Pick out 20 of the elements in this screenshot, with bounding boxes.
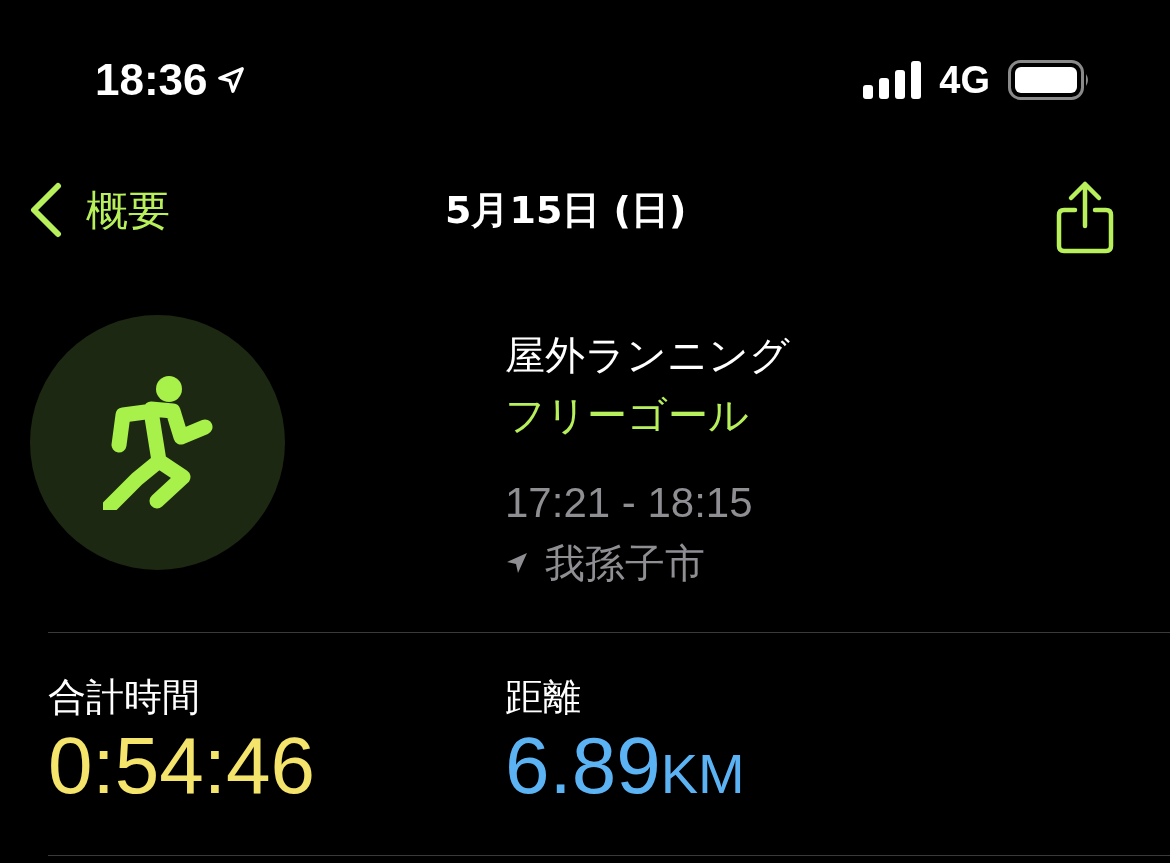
location-arrow-icon <box>505 551 529 575</box>
network-type: 4G <box>939 57 990 103</box>
metric-value: 0:54:46 <box>48 721 315 811</box>
back-button[interactable]: 概要 <box>0 178 170 242</box>
metric-value: 6.89 <box>505 721 661 811</box>
metric-label: 距離 <box>505 674 582 721</box>
clock-time: 18:36 <box>95 54 208 106</box>
time-range: 17:21 - 18:15 <box>505 478 754 528</box>
battery-icon <box>1008 60 1090 100</box>
metric-label: 合計時間 <box>48 674 201 721</box>
unit: KM <box>660 741 745 807</box>
workout-goal: フリーゴール <box>505 391 750 440</box>
location-arrow-icon <box>215 65 246 95</box>
workout-location: 我孫子市 <box>545 539 705 588</box>
share-icon[interactable] <box>1056 180 1114 256</box>
running-figure-icon <box>102 375 213 510</box>
workout-type: 屋外ランニング <box>505 331 790 380</box>
nav-title: 5月15日 (日) <box>445 186 687 234</box>
chevron-icon <box>28 182 62 238</box>
signal-icon <box>863 61 922 99</box>
